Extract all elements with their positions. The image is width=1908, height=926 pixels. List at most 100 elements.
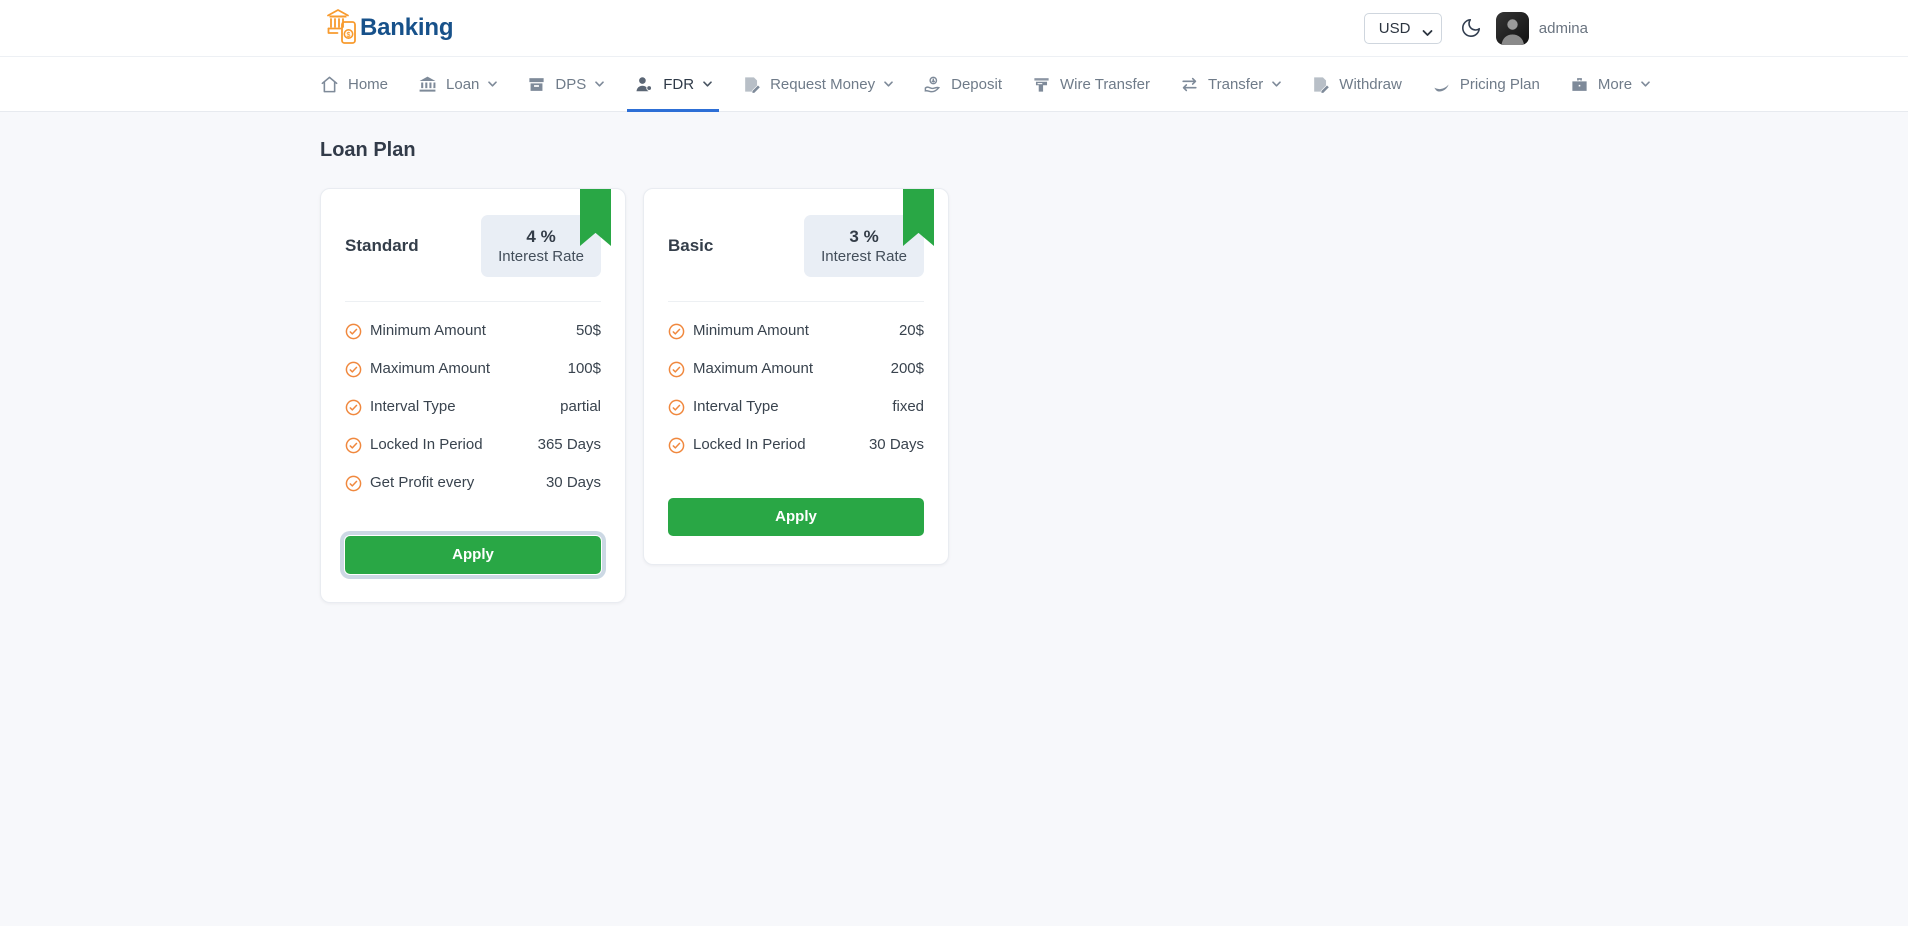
interest-rate-value: 3 % — [849, 227, 879, 246]
currency-select[interactable]: USD — [1363, 12, 1442, 44]
bank-logo-icon: $ — [320, 7, 364, 49]
top-header: $ Banking USD admina — [0, 0, 1908, 57]
divider — [668, 301, 924, 302]
nav-item-pricing-plan[interactable]: Pricing Plan — [1432, 57, 1540, 111]
moon-icon — [1460, 17, 1482, 39]
chevron-down-icon — [1641, 81, 1650, 87]
feature-label: Maximum Amount — [693, 360, 814, 377]
check-circle-icon — [345, 323, 362, 340]
feature-row: Maximum Amount 100$ — [345, 360, 601, 378]
nav-item-deposit[interactable]: Deposit — [923, 57, 1002, 111]
feature-row: Locked In Period 30 Days — [668, 436, 924, 454]
nav-label: Loan — [446, 75, 480, 93]
feature-value: 100$ — [567, 360, 601, 377]
chevron-down-icon — [1272, 81, 1282, 87]
feature-row: Maximum Amount 200$ — [668, 360, 924, 378]
main-nav: Home Loan DPS FDR Request Money Deposit — [0, 57, 1908, 112]
nav-item-loan[interactable]: Loan — [418, 57, 498, 111]
check-circle-icon — [345, 361, 362, 378]
username: admina — [1538, 19, 1588, 37]
nav-label: Wire Transfer — [1059, 75, 1150, 93]
feature-value: partial — [560, 398, 601, 415]
feature-row: Minimum Amount 20$ — [668, 322, 924, 340]
nav-label: Home — [348, 75, 389, 93]
plan-card-basic: Basic 3 % Interest Rate Minimum Amount 2… — [643, 188, 949, 565]
nav-item-transfer[interactable]: Transfer — [1180, 57, 1282, 111]
atm-icon — [1034, 77, 1049, 92]
nav-label: More — [1597, 75, 1633, 93]
feature-row: Interval Type fixed — [668, 398, 924, 416]
nav-item-dps[interactable]: DPS — [527, 57, 605, 111]
feature-row: Locked In Period 365 Days — [345, 436, 601, 454]
feature-value: fixed — [892, 398, 924, 415]
plan-name: Standard — [345, 236, 419, 255]
feature-label: Interval Type — [693, 398, 779, 415]
check-circle-icon — [668, 437, 685, 454]
feature-value: 30 Days — [868, 436, 924, 453]
chevron-down-icon — [595, 81, 605, 87]
feature-label: Interval Type — [370, 398, 456, 415]
interest-rate-label: Interest Rate — [498, 248, 584, 265]
hand-coin-icon — [924, 76, 941, 92]
plan-card-standard: Standard 4 % Interest Rate Minimum Amoun… — [320, 188, 626, 603]
feature-label: Minimum Amount — [693, 322, 809, 339]
briefcase-icon — [1572, 77, 1587, 91]
check-circle-icon — [668, 399, 685, 416]
feature-label: Minimum Amount — [370, 322, 486, 339]
page-title: Loan Plan — [320, 139, 416, 161]
home-icon — [321, 76, 338, 92]
feature-value: 50$ — [575, 322, 601, 339]
avatar — [1495, 11, 1529, 45]
main-content: Loan Plan Standard 4 % Interest Rate Min… — [320, 112, 1588, 603]
bank-icon — [419, 76, 436, 92]
divider — [345, 301, 601, 302]
nav-item-withdraw[interactable]: Withdraw — [1311, 57, 1402, 111]
dark-mode-toggle[interactable] — [1460, 17, 1482, 39]
feature-value: 200$ — [890, 360, 924, 377]
feature-label: Locked In Period — [693, 436, 806, 453]
feature-row: Interval Type partial — [345, 398, 601, 416]
brand-logo[interactable]: $ Banking — [320, 7, 453, 49]
feature-row: Minimum Amount 50$ — [345, 322, 601, 340]
nav-item-home[interactable]: Home — [320, 57, 388, 111]
check-circle-icon — [668, 323, 685, 340]
plan-name: Basic — [668, 236, 714, 255]
nav-label: Withdraw — [1339, 75, 1402, 93]
apply-button-standard[interactable]: Apply — [345, 536, 601, 574]
brand-name: Banking — [360, 14, 454, 41]
chevron-down-icon — [884, 81, 893, 87]
chevron-down-icon — [703, 81, 712, 87]
nav-item-more[interactable]: More — [1570, 57, 1650, 111]
feature-list: Minimum Amount 50$ Maximum Amount 100$ I… — [345, 322, 601, 492]
nav-label: Transfer — [1208, 75, 1264, 93]
svg-text:$: $ — [347, 32, 351, 39]
nav-item-fdr[interactable]: FDR — [627, 57, 719, 112]
feature-list: Minimum Amount 20$ Maximum Amount 200$ I… — [668, 322, 924, 454]
check-circle-icon — [345, 475, 362, 492]
feature-label: Get Profit every — [370, 474, 475, 491]
user-icon — [636, 76, 653, 91]
feature-label: Maximum Amount — [370, 360, 491, 377]
check-circle-icon — [668, 361, 685, 378]
interest-rate-value: 4 % — [526, 227, 556, 246]
file-pen-icon — [1314, 76, 1330, 93]
chevron-down-icon — [488, 81, 498, 87]
nav-label: FDR — [663, 75, 695, 93]
nav-label: Request Money — [770, 75, 876, 93]
interest-rate-label: Interest Rate — [821, 248, 907, 265]
nav-label: Pricing Plan — [1459, 75, 1540, 93]
feature-value: 30 Days — [545, 474, 601, 491]
profile-menu[interactable]: admina — [1495, 11, 1588, 45]
nav-label: Deposit — [951, 75, 1002, 93]
feature-label: Locked In Period — [370, 436, 483, 453]
feature-value: 365 Days — [537, 436, 601, 453]
nav-item-wire-transfer[interactable]: Wire Transfer — [1032, 57, 1150, 111]
file-pen-icon — [745, 76, 760, 93]
feature-value: 20$ — [898, 322, 924, 339]
feature-row: Get Profit every 30 Days — [345, 474, 601, 492]
apply-button-basic[interactable]: Apply — [668, 498, 924, 536]
loan-plan-list: Standard 4 % Interest Rate Minimum Amoun… — [320, 188, 1588, 603]
swap-arrows-icon — [1182, 77, 1197, 91]
nav-label: DPS — [555, 75, 587, 93]
nav-item-request-money[interactable]: Request Money — [742, 57, 893, 111]
